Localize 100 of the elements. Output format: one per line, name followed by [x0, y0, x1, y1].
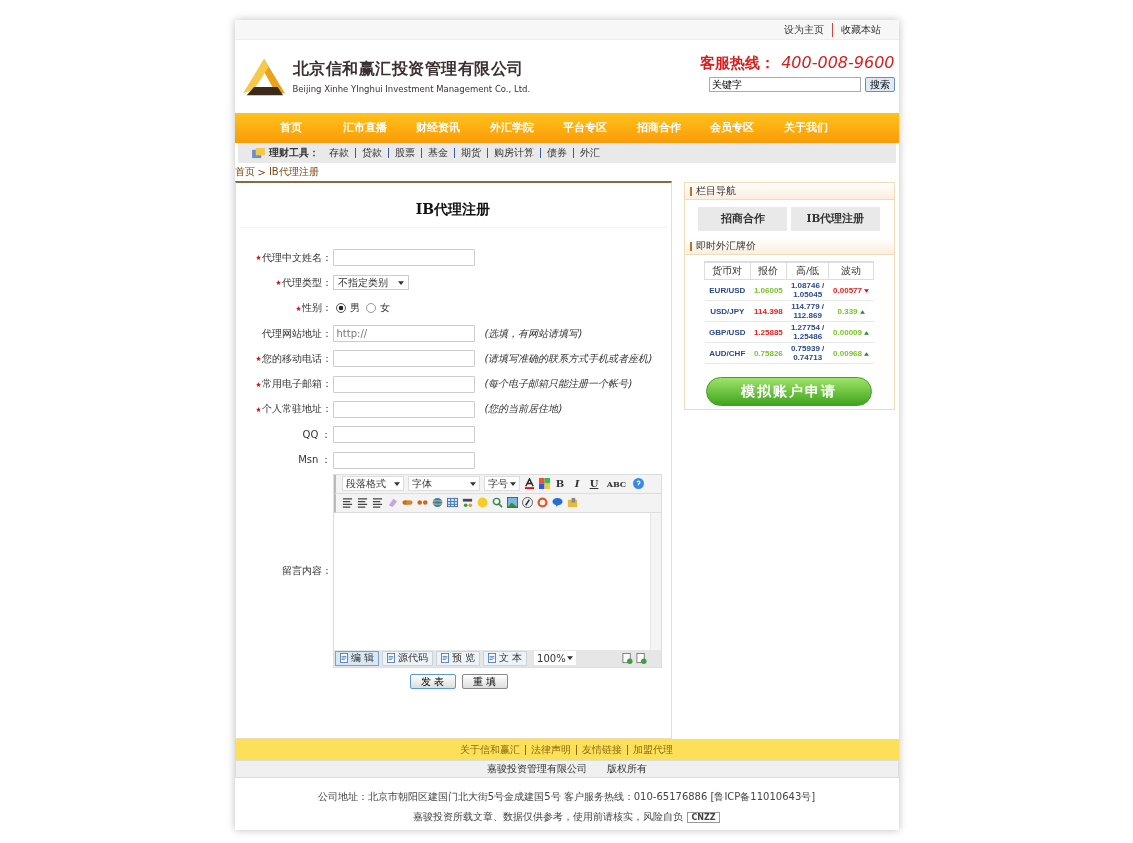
tool-link[interactable]: 存款: [322, 148, 355, 158]
mode-tab[interactable]: 编 辑: [334, 650, 379, 666]
table-cell: GBP/USD: [704, 321, 751, 343]
copyright-text: 嘉骏投资管理有限公司: [486, 762, 587, 776]
editor-select[interactable]: 字体: [407, 476, 480, 492]
table-cell: 114.398: [750, 300, 787, 322]
tool-link[interactable]: 债券: [539, 148, 573, 158]
tool-link[interactable]: 购房计算: [486, 148, 540, 158]
radio-button[interactable]: [335, 303, 346, 314]
mode-tab[interactable]: 源代码: [381, 650, 433, 666]
shrink-icon[interactable]: [635, 652, 647, 664]
input-field[interactable]: [332, 400, 475, 418]
flash-icon[interactable]: [521, 497, 533, 509]
font-color-icon[interactable]: [523, 478, 535, 490]
scrollbar[interactable]: [649, 512, 661, 650]
format-button[interactable]: U: [587, 478, 601, 490]
color-palette-icon[interactable]: [538, 478, 550, 490]
footer-link[interactable]: 法律声明: [525, 744, 576, 755]
editor-select[interactable]: 段落格式: [341, 476, 404, 492]
up-arrow-icon: [864, 330, 869, 335]
globe-icon[interactable]: [431, 497, 443, 509]
media-icon[interactable]: [536, 497, 548, 509]
document-icon: [386, 653, 395, 664]
table-cell: AUD/CHF: [704, 342, 751, 364]
field-hint: (您的当前居住地): [484, 402, 563, 417]
mode-tab[interactable]: 预 览: [435, 650, 480, 666]
sidebar-link[interactable]: IB代理注册: [791, 207, 880, 231]
breadcrumb-link[interactable]: IB代理注册: [268, 165, 319, 179]
field-label: 个人常驻地址：: [261, 402, 332, 417]
sidebar-link[interactable]: 招商合作: [698, 207, 787, 231]
help-icon[interactable]: [632, 478, 644, 490]
field-hint: (选填，有网站请填写): [484, 326, 583, 341]
align-icon[interactable]: [371, 497, 383, 509]
up-arrow-icon: [859, 309, 865, 314]
field-label: 性别：: [301, 301, 332, 316]
input-field[interactable]: [332, 249, 475, 267]
speech-bubble-icon[interactable]: [551, 497, 563, 509]
column-header: 高/低: [786, 262, 829, 280]
field-hint: (每个电子邮箱只能注册一个帐号): [484, 377, 633, 392]
breadcrumb-separator: >: [257, 166, 266, 178]
image-icon[interactable]: [506, 497, 518, 509]
top-link[interactable]: 设为主页: [775, 22, 832, 37]
footer-link[interactable]: 关于信和赢汇: [455, 744, 525, 755]
footer-link[interactable]: 友情链接: [576, 744, 627, 755]
section-title: 即时外汇牌价: [695, 239, 756, 253]
input-field[interactable]: [332, 375, 475, 393]
caret-icon: [469, 481, 476, 486]
down-arrow-icon: [864, 288, 869, 293]
document-icon: [339, 653, 348, 664]
field-hint: (请填写准确的联系方式手机或者座机): [484, 351, 653, 366]
field-label: QQ ：: [302, 427, 332, 442]
field-label: 常用电子邮箱：: [261, 377, 332, 392]
stats-badge[interactable]: CNZZ: [687, 811, 720, 823]
format-button[interactable]: ABC: [604, 478, 629, 489]
input-field[interactable]: [332, 451, 475, 469]
company-name: 北京信和赢汇投资管理有限公司: [292, 59, 525, 80]
column-header: 货币对: [704, 262, 751, 280]
breadcrumb-link[interactable]: 首页: [234, 165, 255, 179]
find-icon[interactable]: [491, 497, 503, 509]
field-label: 代理类型：: [281, 275, 332, 290]
tool-link[interactable]: 股票: [387, 148, 421, 158]
expand-icon[interactable]: [621, 652, 633, 664]
tool-link[interactable]: 基金: [420, 148, 454, 158]
search-button[interactable]: 搜索: [864, 77, 895, 92]
footer-link[interactable]: 加盟代理: [627, 744, 678, 755]
top-link[interactable]: 收藏本站: [831, 22, 889, 37]
radio-label: 女: [379, 301, 390, 316]
form-button[interactable]: 发 表: [409, 673, 456, 689]
field-label: 您的移动电话：: [261, 351, 332, 366]
editor-select[interactable]: 字号: [483, 476, 520, 492]
form-button[interactable]: 重 填: [461, 673, 508, 689]
align-icon[interactable]: [356, 497, 368, 509]
type-select[interactable]: 不指定类别: [332, 275, 409, 291]
caret-icon: [397, 280, 404, 285]
radio-button[interactable]: [365, 303, 376, 314]
table-icon[interactable]: [446, 497, 458, 509]
caret-icon: [567, 656, 574, 661]
document-icon: [487, 653, 496, 664]
table-cell: 0.00009: [833, 327, 862, 337]
format-button[interactable]: I: [570, 478, 584, 490]
align-icon[interactable]: [341, 497, 353, 509]
table-cell: 0.00577: [833, 285, 862, 295]
format-button[interactable]: B: [553, 478, 567, 490]
table-cell: 114.779 / 112.869: [791, 302, 825, 320]
attachment-icon[interactable]: [566, 497, 578, 509]
table-cell: 0.75939 / 0.74713: [790, 344, 825, 362]
tool-link[interactable]: 贷款: [354, 148, 388, 158]
table-cell: 0.339: [837, 306, 858, 316]
hotline-number: 400-008-9600: [781, 53, 895, 72]
zoom-select[interactable]: 100%: [534, 651, 577, 666]
input-field[interactable]: http://: [332, 325, 475, 343]
tool-link[interactable]: 外汇: [572, 148, 606, 158]
up-arrow-icon: [864, 351, 869, 356]
tool-link[interactable]: 期货: [453, 148, 487, 158]
input-field[interactable]: [332, 350, 475, 368]
search-field[interactable]: 关键字: [708, 77, 861, 92]
mode-tab[interactable]: 文 本: [482, 650, 528, 666]
table-cell: 1.25885: [750, 321, 787, 343]
input-field[interactable]: [332, 426, 475, 444]
column-header: 报价: [750, 262, 787, 280]
